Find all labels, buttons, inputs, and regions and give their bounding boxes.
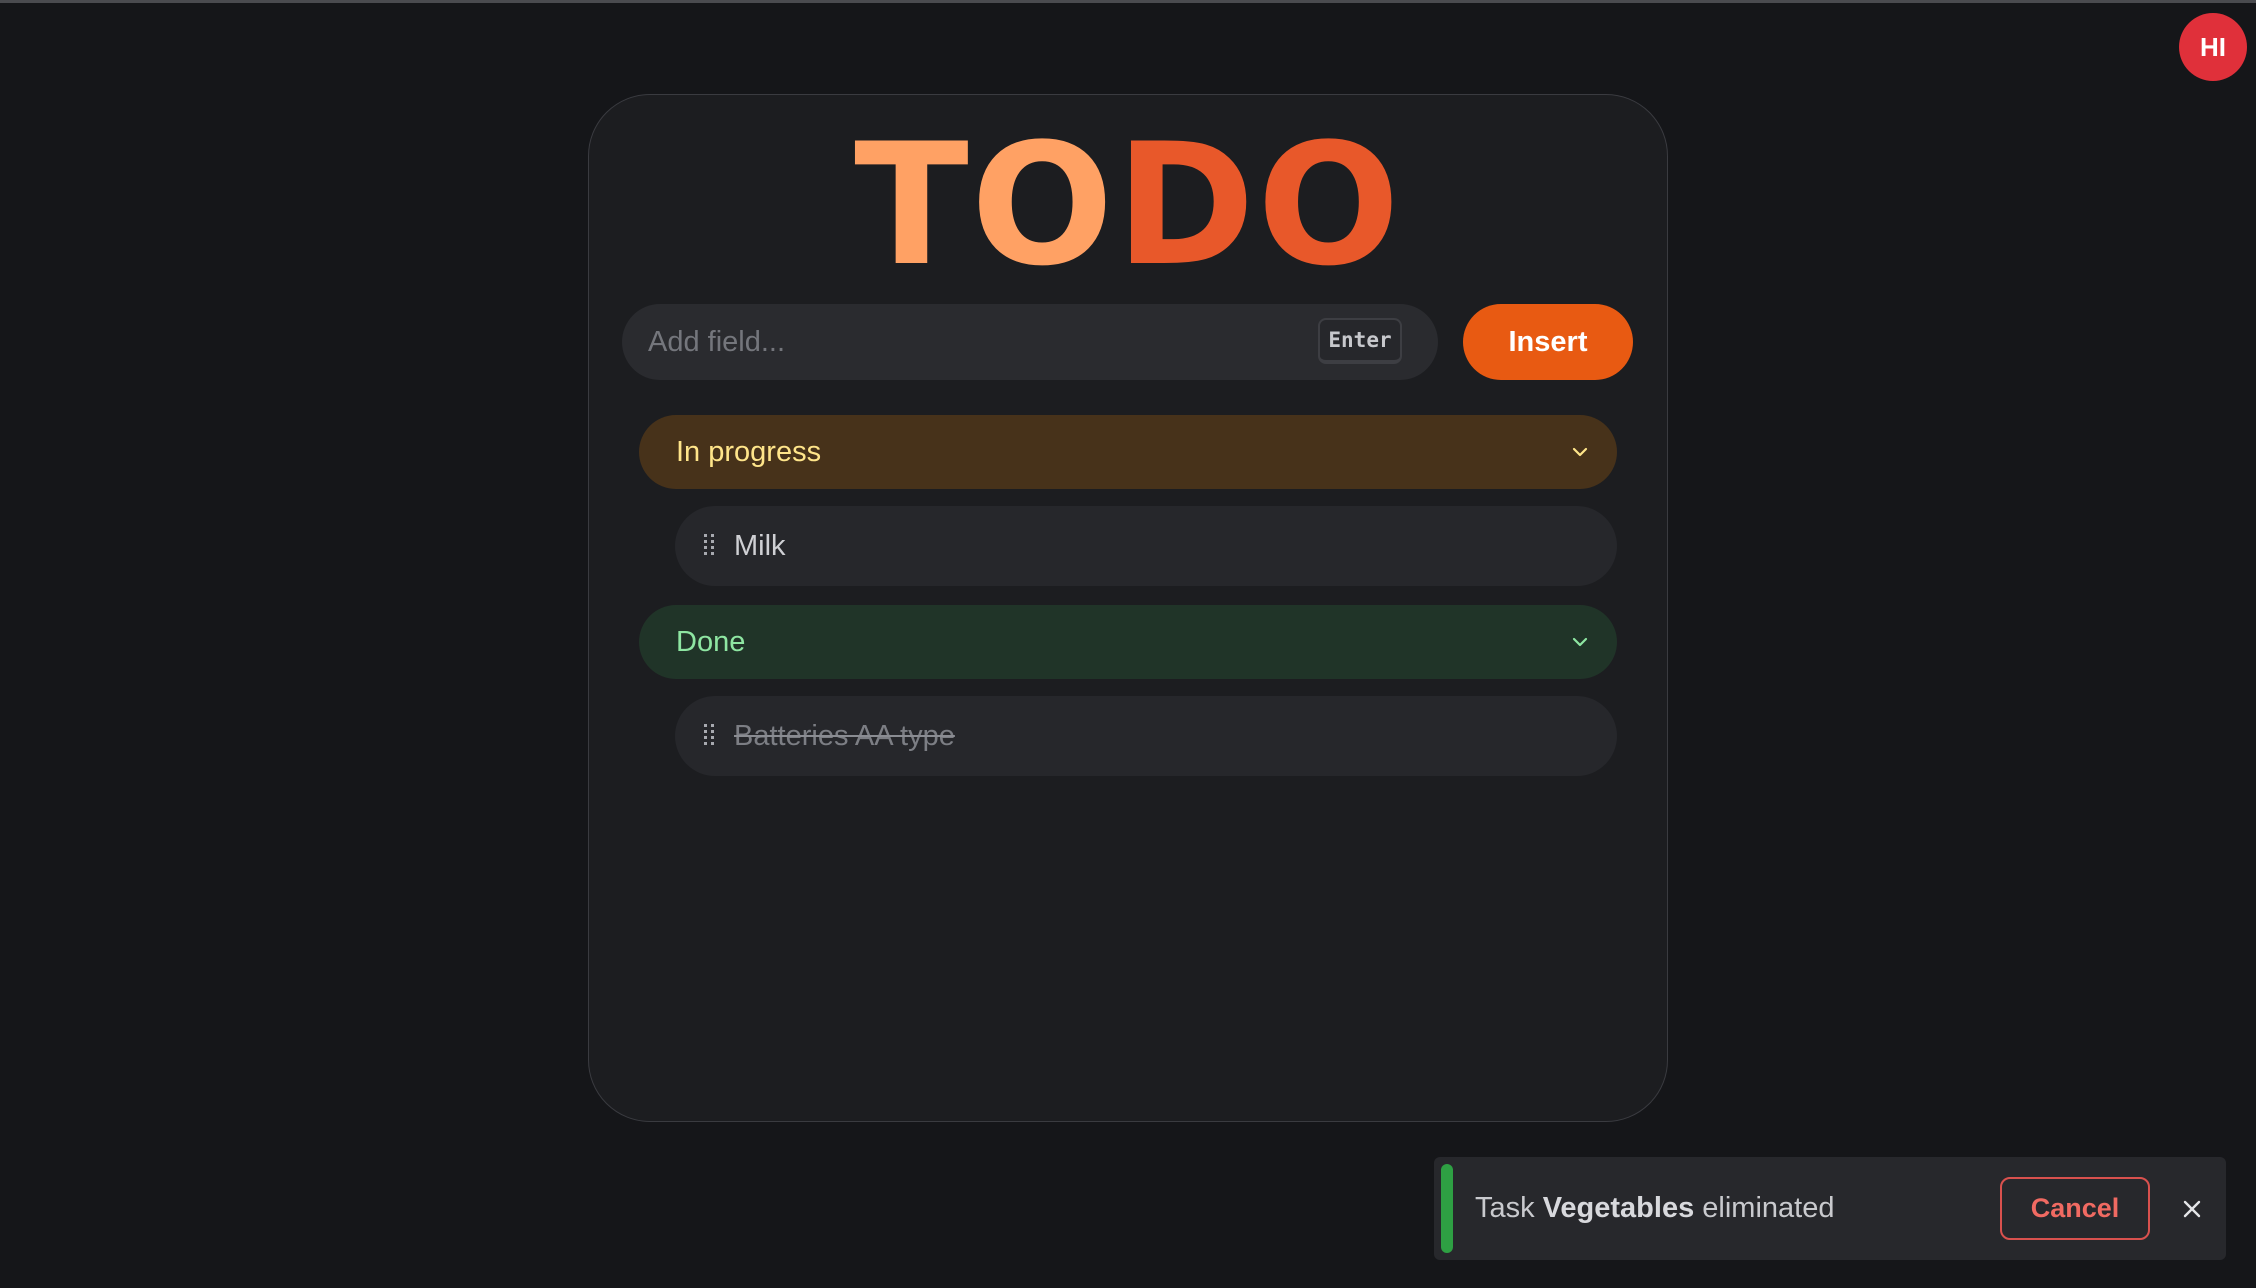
task-item[interactable]: Milk [675,506,1617,586]
cancel-button[interactable]: Cancel [2000,1177,2150,1240]
toast-status-bar [1441,1164,1453,1253]
window-top-border [0,0,2256,3]
toast-suffix: eliminated [1694,1192,1835,1224]
drag-handle-icon[interactable] [702,723,716,749]
toast-prefix: Task [1475,1192,1543,1224]
chevron-down-icon[interactable] [1567,439,1593,465]
group-header-done[interactable]: Done [639,605,1617,679]
close-icon[interactable] [2178,1195,2206,1223]
toast-task-name: Vegetables [1542,1192,1695,1224]
app-title: TODO [0,120,2256,290]
task-label: Milk [734,529,786,562]
task-label: Batteries AA type [734,719,955,752]
group-label: In progress [676,435,822,468]
user-avatar[interactable]: HI [2179,13,2247,81]
add-task-input[interactable] [648,304,1288,380]
app-title-part2: DO [1115,107,1402,303]
chevron-down-icon[interactable] [1567,629,1593,655]
add-task-field: Enter [622,304,1438,380]
drag-handle-icon[interactable] [702,533,716,559]
app-title-part1: TO [854,107,1116,303]
toast-message: Task Vegetables eliminated [1475,1157,1834,1260]
task-item-done[interactable]: Batteries AA type [675,696,1617,776]
undo-toast: Task Vegetables eliminated Cancel [1434,1157,2226,1260]
group-label: Done [676,625,746,658]
enter-key-hint: Enter [1318,318,1402,364]
insert-button[interactable]: Insert [1463,304,1633,380]
avatar-initials: HI [2200,31,2226,62]
group-header-in-progress[interactable]: In progress [639,415,1617,489]
